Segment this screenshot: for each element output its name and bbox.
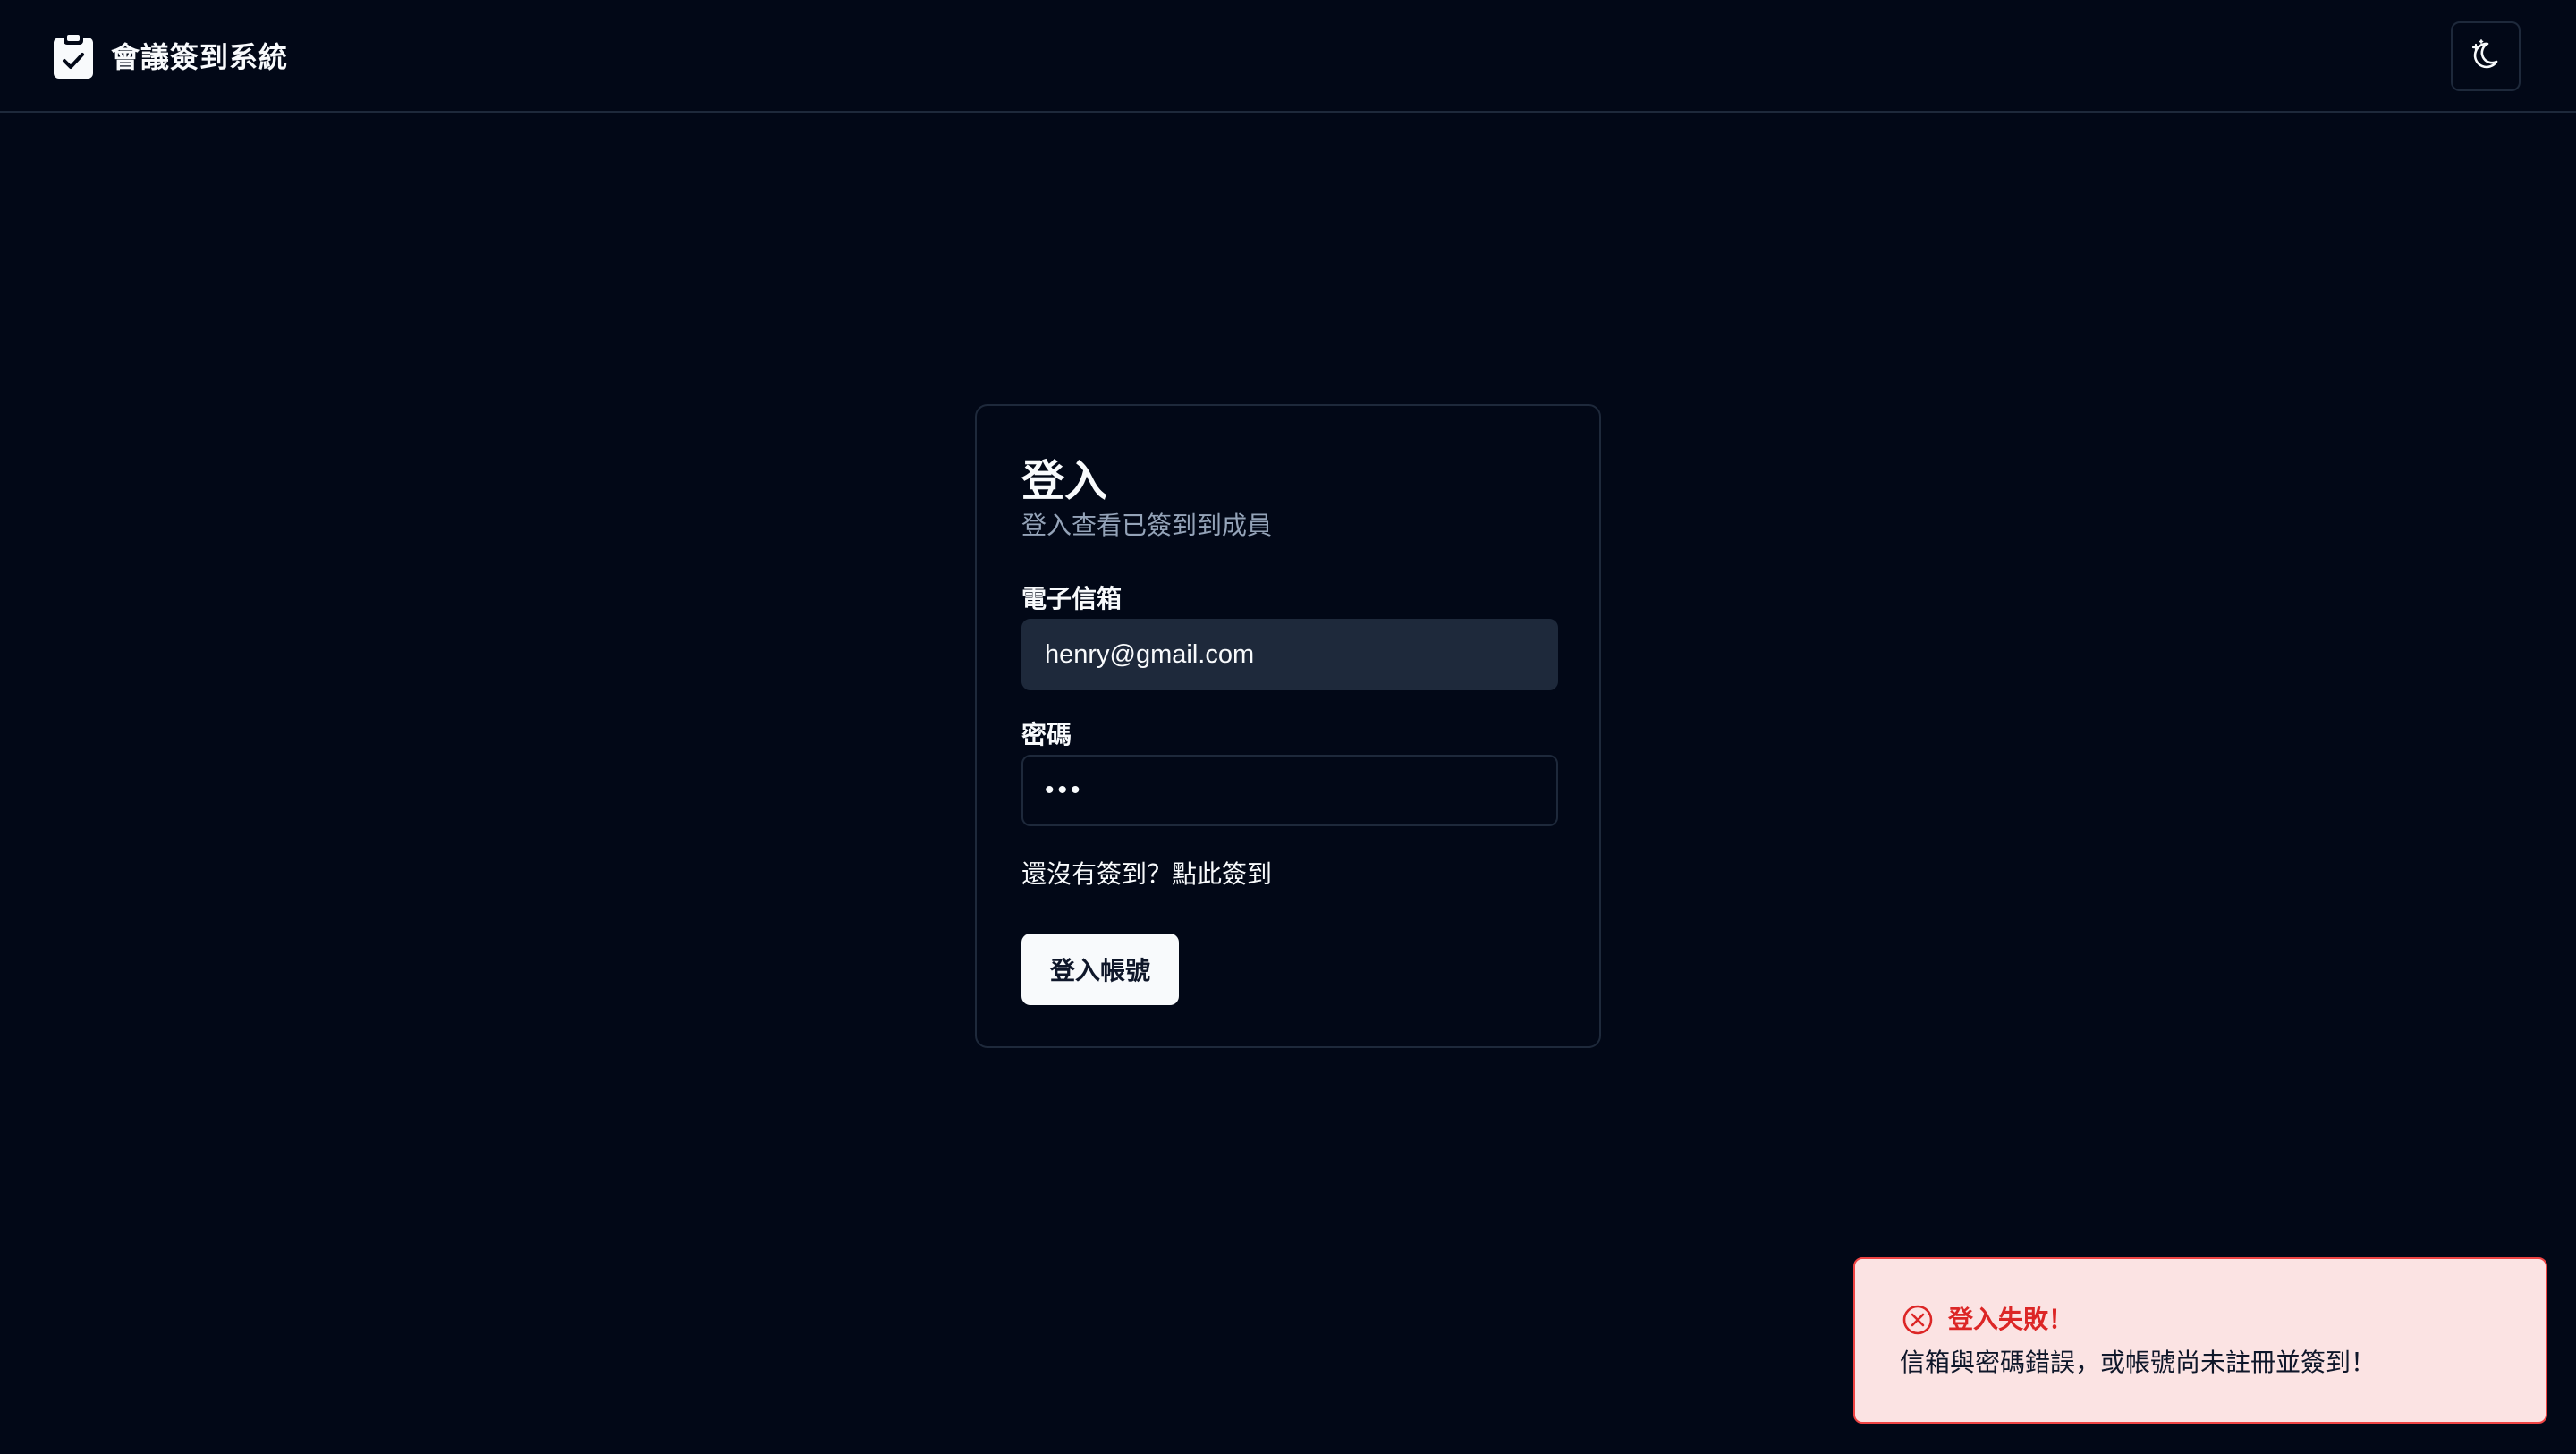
top-navbar: 會議簽到系統 [0, 0, 2576, 113]
login-card: 登入 登入查看已簽到到成員 電子信箱 henry@gmail.com 密碼 ••… [975, 404, 1601, 1048]
toast-message: 信箱與密碼錯誤，或帳號尚未註冊並簽到！ [1900, 1348, 2377, 1376]
moon-stars-icon [2468, 37, 2504, 77]
login-title: 登入 [1021, 458, 1108, 505]
password-field[interactable]: ••• [1021, 755, 1558, 826]
login-subtitle: 登入查看已簽到到成員 [1021, 511, 1273, 539]
email-field[interactable]: henry@gmail.com [1021, 619, 1558, 690]
login-submit-button[interactable]: 登入帳號 [1021, 934, 1179, 1005]
signup-link[interactable]: 還沒有簽到？點此簽到 [1021, 855, 1272, 891]
toast-title: 登入失敗！ [1948, 1306, 2074, 1333]
password-label: 密碼 [1021, 721, 1072, 748]
email-label: 電子信箱 [1021, 585, 1123, 613]
theme-toggle-button[interactable] [2451, 21, 2521, 91]
brand[interactable]: 會議簽到系統 [52, 29, 288, 82]
app-title: 會議簽到系統 [111, 41, 289, 73]
clipboard-check-icon [52, 30, 95, 80]
error-toast[interactable]: 登入失敗！ 信箱與密碼錯誤，或帳號尚未註冊並簽到！ [1853, 1257, 2547, 1424]
x-circle-icon [1902, 1304, 1934, 1340]
